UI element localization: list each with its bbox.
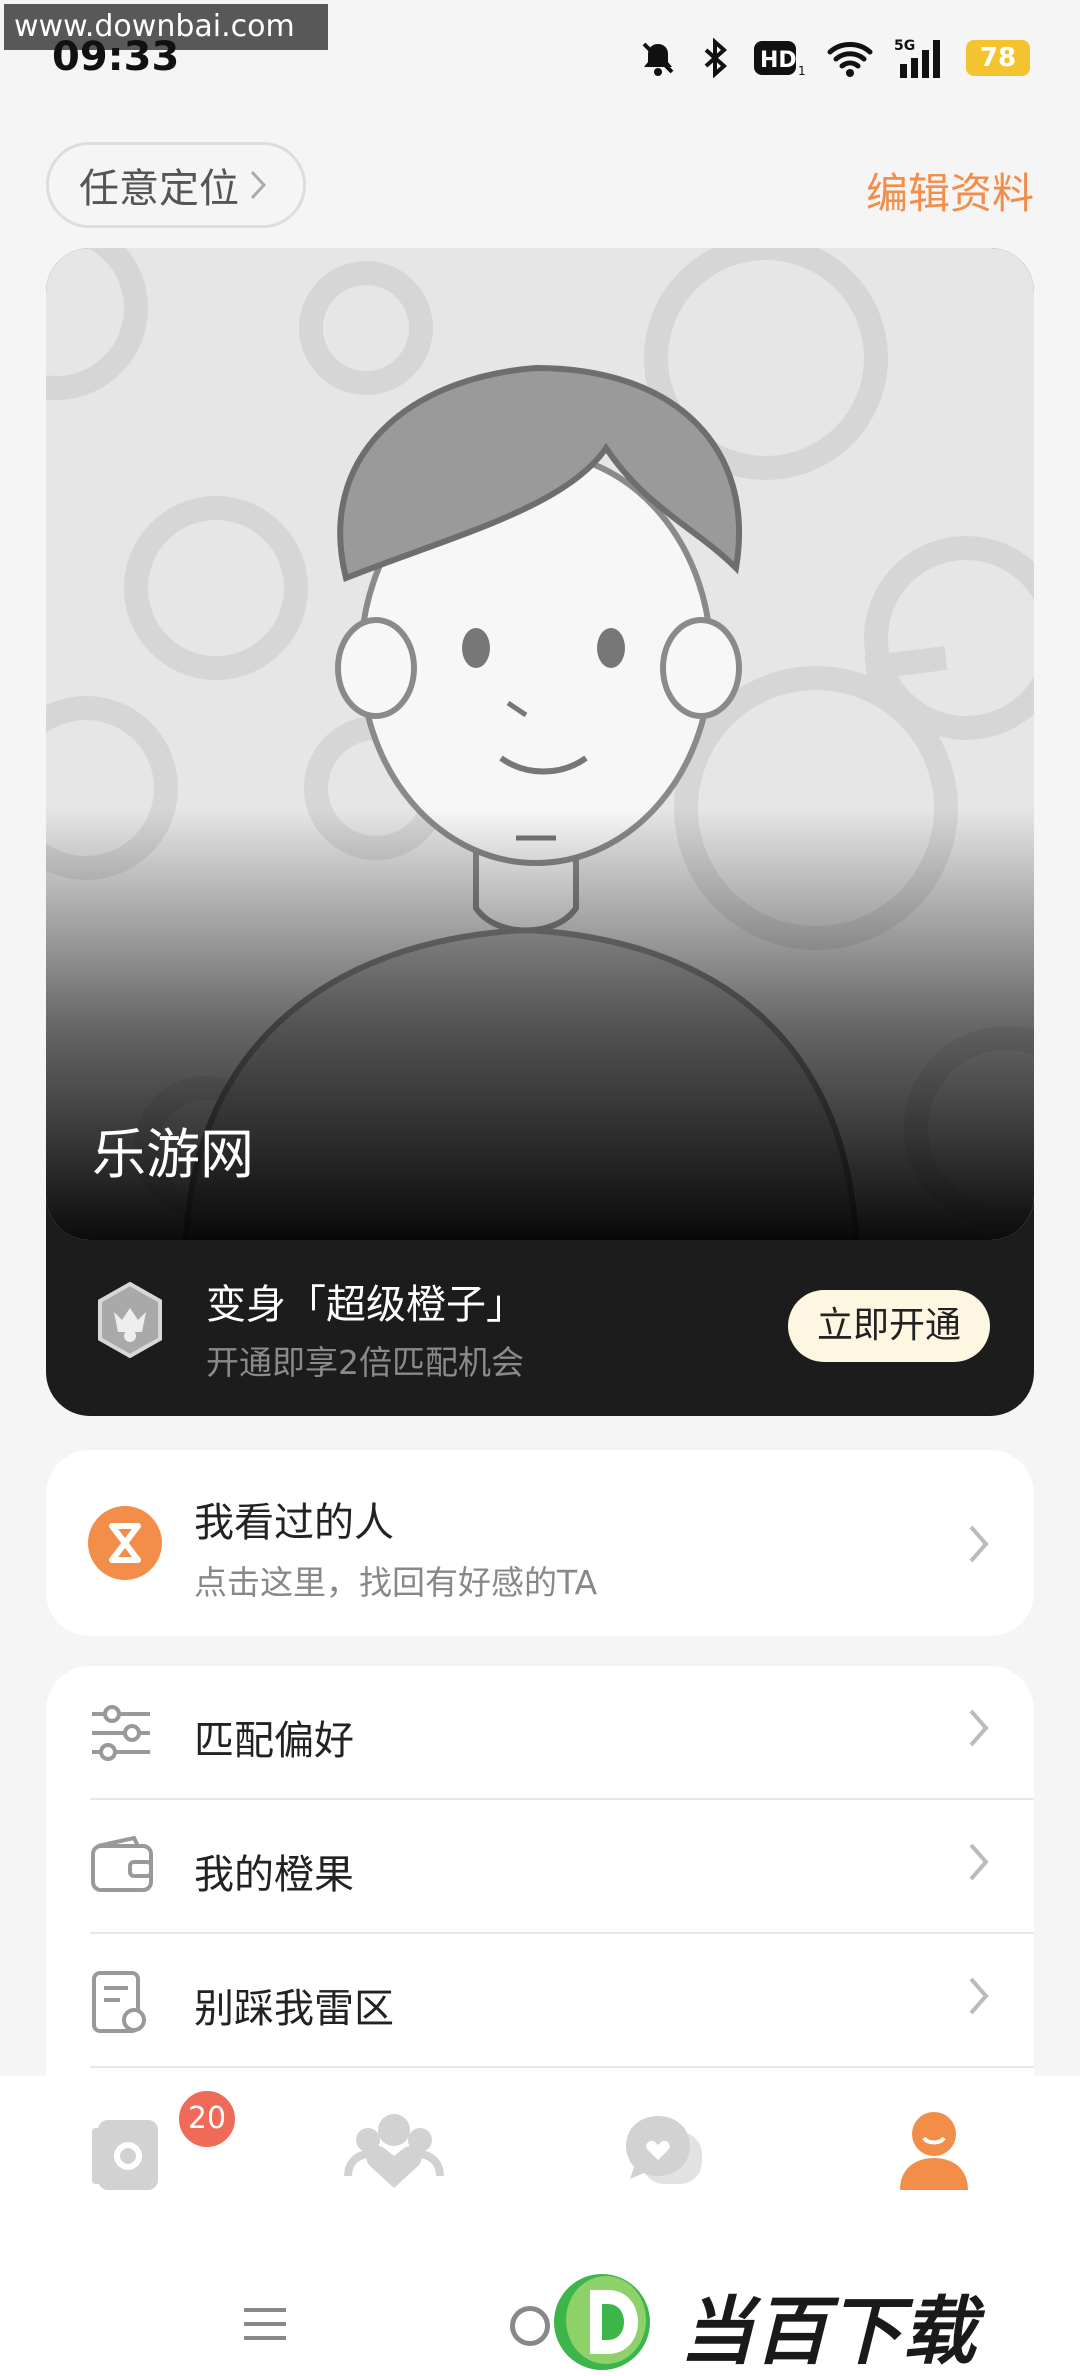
mute-bell-icon	[642, 42, 674, 76]
profile-photo[interactable]: 乐游网	[46, 248, 1034, 1240]
menu-item-my-fruits[interactable]: 我的橙果	[46, 1800, 1034, 1934]
brand-logo-icon	[554, 2274, 650, 2370]
svg-text:5G: 5G	[894, 38, 915, 54]
crown-badge-icon	[98, 1281, 162, 1359]
chevron-right-icon	[969, 1709, 989, 1747]
signal-5g-icon: 5G	[894, 38, 940, 78]
edit-profile-link[interactable]: 编辑资料	[866, 160, 1034, 221]
brand-text: 当百下载	[680, 2289, 976, 2375]
tab-matches[interactable]	[344, 2106, 464, 2206]
chevron-right-icon	[969, 1977, 989, 2015]
vip-promo[interactable]: 变身「超级橙子」 开通即享2倍匹配机会 立即开通	[46, 1240, 1034, 1416]
activate-vip-button[interactable]: 立即开通	[788, 1290, 990, 1362]
menu-card: 匹配偏好 我的橙果 别踩我雷区	[46, 1666, 1034, 2086]
battery-indicator: 78	[966, 40, 1030, 76]
chat-heart-icon	[626, 2116, 702, 2184]
visited-title: 我看过的人	[194, 1500, 394, 1546]
status-time: 09:33	[52, 34, 180, 80]
divider	[90, 2066, 1034, 2068]
vip-subtitle: 开通即享2倍匹配机会	[206, 1343, 524, 1382]
top-row: 任意定位 编辑资料	[46, 142, 1034, 228]
wallet-icon	[91, 1836, 153, 1892]
menu-label: 匹配偏好	[194, 1718, 354, 1764]
user-icon	[900, 2112, 968, 2190]
bluetooth-icon	[704, 38, 728, 78]
chevron-right-icon	[969, 1843, 989, 1881]
vip-title: 变身「超级橙子」	[206, 1282, 526, 1328]
hd-icon: HD 1	[754, 41, 806, 77]
location-label: 任意定位	[79, 166, 239, 212]
document-icon	[92, 1971, 146, 2033]
visited-subtitle: 点击这里，找回有好感的TA	[194, 1563, 598, 1602]
location-button[interactable]: 任意定位	[46, 142, 306, 228]
people-heart-icon	[344, 2114, 444, 2188]
hourglass-icon	[88, 1506, 162, 1580]
menu-label: 别踩我雷区	[194, 1986, 394, 2032]
menu-icon[interactable]	[242, 2304, 288, 2344]
system-nav-bar: 当百下载	[0, 2216, 1080, 2376]
status-bar: 09:33 HD 1 5G 78	[0, 0, 1080, 118]
chevron-right-icon	[250, 170, 267, 200]
tab-messages[interactable]	[614, 2106, 734, 2206]
menu-item-match-preference[interactable]: 匹配偏好	[46, 1666, 1034, 1800]
profile-name: 乐游网	[92, 1123, 254, 1186]
bottom-tab-bar: 20	[0, 2076, 1080, 2216]
status-icons: HD 1 5G 78	[638, 36, 1030, 80]
svg-text:HD: HD	[760, 48, 797, 73]
visited-people-card[interactable]: 我看过的人 点击这里，找回有好感的TA	[46, 1450, 1034, 1636]
wifi-icon	[827, 42, 873, 77]
menu-label: 我的橙果	[194, 1852, 354, 1898]
menu-item-dont-step-on-mines[interactable]: 别踩我雷区	[46, 1934, 1034, 2068]
profile-card: 乐游网 变身「超级橙子」 开通即享2倍匹配机会 立即开通	[46, 248, 1034, 1416]
camera-icon	[92, 2120, 158, 2190]
chevron-right-icon	[969, 1525, 989, 1563]
tab-discover[interactable]: 20	[76, 2088, 238, 2206]
notification-badge: 20	[176, 2088, 238, 2150]
tab-profile[interactable]	[884, 2106, 1004, 2206]
svg-text:1: 1	[798, 64, 806, 77]
sliders-icon	[92, 1705, 150, 1761]
